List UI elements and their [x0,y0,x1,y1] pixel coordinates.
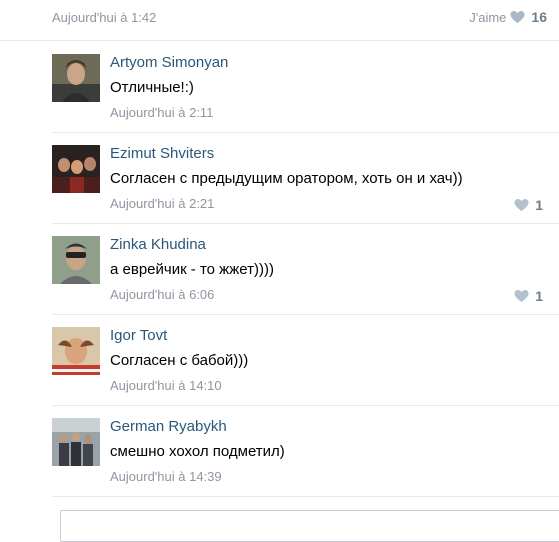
comment-author[interactable]: German Ryabykh [110,418,227,435]
comment-item: Artyom Simonyan Отличные!:) Aujourd'hui … [52,42,559,133]
like-label: J'aime [469,9,507,25]
like-count: 1 [535,197,543,213]
comment-date[interactable]: Aujourd'hui à 14:39 [110,469,222,484]
comment-author[interactable]: Igor Tovt [110,327,167,344]
comment-like-button[interactable]: 1 [514,288,543,304]
avatar[interactable] [52,236,100,284]
comment-date[interactable]: Aujourd'hui à 14:10 [110,378,222,393]
post-like-button[interactable]: J'aime 16 [469,9,547,25]
comment-text: Отличные!:) [110,79,194,96]
avatar[interactable] [52,327,100,375]
avatar[interactable] [52,145,100,193]
like-count: 1 [535,288,543,304]
avatar[interactable] [52,54,100,102]
heart-icon [514,290,529,303]
comment-date[interactable]: Aujourd'hui à 6:06 [110,287,214,302]
comment-item: Zinka Khudina а еврейчик - то жжет)))) A… [52,224,559,315]
comment-author[interactable]: Artyom Simonyan [110,54,228,71]
heart-icon [510,11,525,24]
comment-date[interactable]: Aujourd'hui à 2:21 [110,196,214,211]
like-count: 16 [531,9,547,25]
comment-text: Согласен с бабой))) [110,352,249,369]
comment-text: а еврейчик - то жжет)))) [110,261,274,278]
post-date[interactable]: Aujourd'hui à 1:42 [52,10,156,25]
comment-item: Ezimut Shviters Согласен с предыдущим ор… [52,133,559,224]
comment-date[interactable]: Aujourd'hui à 2:11 [110,105,213,120]
comment-text: Согласен с предыдущим оратором, хоть он … [110,170,463,187]
comment-author[interactable]: Ezimut Shviters [110,145,214,162]
comment-item: Igor Tovt Согласен с бабой))) Aujourd'hu… [52,315,559,406]
comment-author[interactable]: Zinka Khudina [110,236,206,253]
avatar[interactable] [52,418,100,466]
comment-like-button[interactable]: 1 [514,197,543,213]
comment-item: German Ryabykh смешно хохол подметил) Au… [52,406,559,497]
comment-text: смешно хохол подметил) [110,443,285,460]
post-footer: Aujourd'hui à 1:42 J'aime 16 [0,0,559,41]
comment-reply-input[interactable] [60,510,559,542]
heart-icon [514,199,529,212]
